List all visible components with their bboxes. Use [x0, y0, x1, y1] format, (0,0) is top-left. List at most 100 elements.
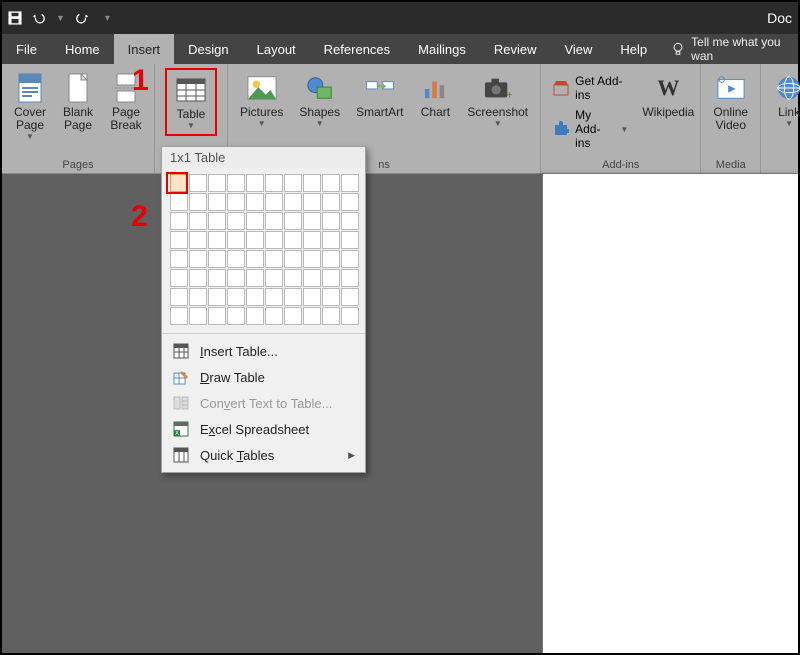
table-grid-cell[interactable]	[284, 231, 302, 249]
table-grid-cell[interactable]	[246, 231, 264, 249]
table-grid-cell[interactable]	[322, 193, 340, 211]
table-grid-cell[interactable]	[246, 174, 264, 192]
table-grid-cell[interactable]	[341, 174, 359, 192]
smartart-button[interactable]: SmartArt	[350, 68, 409, 132]
table-grid-cell[interactable]	[341, 193, 359, 211]
table-grid-cell[interactable]	[265, 193, 283, 211]
table-grid-picker[interactable]	[162, 168, 365, 334]
table-grid-cell[interactable]	[208, 231, 226, 249]
table-grid-cell[interactable]	[284, 174, 302, 192]
table-grid-cell[interactable]	[284, 269, 302, 287]
tab-mailings[interactable]: Mailings	[404, 34, 480, 64]
table-grid-cell[interactable]	[322, 231, 340, 249]
tab-home[interactable]: Home	[51, 34, 114, 64]
menu-excel-spreadsheet[interactable]: X Excel Spreadsheet	[162, 416, 365, 442]
table-grid-cell[interactable]	[303, 193, 321, 211]
table-grid-cell[interactable]	[208, 193, 226, 211]
table-grid-cell[interactable]	[208, 269, 226, 287]
tab-view[interactable]: View	[550, 34, 606, 64]
table-grid-cell[interactable]	[170, 174, 188, 192]
table-grid-cell[interactable]	[265, 288, 283, 306]
shapes-button[interactable]: Shapes ▼	[293, 68, 346, 132]
menu-insert-table[interactable]: Insert Table...	[162, 338, 365, 364]
table-grid-cell[interactable]	[284, 250, 302, 268]
save-icon[interactable]	[8, 11, 22, 25]
menu-quick-tables[interactable]: Quick Tables ▶	[162, 442, 365, 468]
table-grid-cell[interactable]	[170, 193, 188, 211]
table-grid-cell[interactable]	[341, 212, 359, 230]
tab-insert[interactable]: Insert	[114, 34, 175, 64]
table-grid-cell[interactable]	[227, 269, 245, 287]
table-grid-cell[interactable]	[265, 269, 283, 287]
chart-button[interactable]: Chart	[413, 68, 457, 132]
tab-review[interactable]: Review	[480, 34, 551, 64]
table-grid-cell[interactable]	[341, 250, 359, 268]
table-grid-cell[interactable]	[189, 212, 207, 230]
table-grid-cell[interactable]	[246, 288, 264, 306]
table-grid-cell[interactable]	[322, 250, 340, 268]
insert-table-button[interactable]: Table ▼	[165, 68, 217, 136]
table-grid-cell[interactable]	[303, 250, 321, 268]
table-grid-cell[interactable]	[208, 250, 226, 268]
table-grid-cell[interactable]	[208, 288, 226, 306]
table-grid-cell[interactable]	[265, 174, 283, 192]
menu-draw-table[interactable]: Draw Table	[162, 364, 365, 390]
blank-page-button[interactable]: Blank Page	[56, 68, 100, 145]
table-grid-cell[interactable]	[322, 212, 340, 230]
table-grid-cell[interactable]	[189, 174, 207, 192]
tab-layout[interactable]: Layout	[243, 34, 310, 64]
screenshot-button[interactable]: + Screenshot ▼	[461, 68, 534, 132]
table-grid-cell[interactable]	[303, 307, 321, 325]
table-grid-cell[interactable]	[189, 288, 207, 306]
redo-icon[interactable]	[75, 11, 89, 25]
table-grid-cell[interactable]	[284, 288, 302, 306]
table-grid-cell[interactable]	[189, 231, 207, 249]
table-grid-cell[interactable]	[341, 231, 359, 249]
cover-page-button[interactable]: Cover Page ▼	[8, 68, 52, 145]
table-grid-cell[interactable]	[246, 269, 264, 287]
table-grid-cell[interactable]	[246, 193, 264, 211]
table-grid-cell[interactable]	[303, 212, 321, 230]
table-grid-cell[interactable]	[227, 307, 245, 325]
table-grid-cell[interactable]	[341, 269, 359, 287]
wikipedia-button[interactable]: W Wikipedia	[642, 68, 694, 123]
table-grid-cell[interactable]	[170, 212, 188, 230]
tab-references[interactable]: References	[310, 34, 404, 64]
table-grid-cell[interactable]	[208, 174, 226, 192]
table-grid-cell[interactable]	[246, 250, 264, 268]
table-grid-cell[interactable]	[284, 212, 302, 230]
table-grid-cell[interactable]	[170, 307, 188, 325]
qat-customize-icon[interactable]: ▾	[105, 13, 110, 24]
table-grid-cell[interactable]	[303, 174, 321, 192]
table-grid-cell[interactable]	[322, 174, 340, 192]
table-grid-cell[interactable]	[265, 307, 283, 325]
undo-icon[interactable]	[32, 11, 46, 25]
table-grid-cell[interactable]	[227, 288, 245, 306]
table-grid-cell[interactable]	[189, 307, 207, 325]
table-grid-cell[interactable]	[208, 307, 226, 325]
get-addins-button[interactable]: Get Add-ins	[553, 74, 628, 102]
table-grid-cell[interactable]	[208, 212, 226, 230]
online-video-button[interactable]: Online Video	[707, 68, 754, 136]
table-grid-cell[interactable]	[341, 307, 359, 325]
table-grid-cell[interactable]	[189, 269, 207, 287]
tab-file[interactable]: File	[2, 34, 51, 64]
link-button[interactable]: Link ▼	[767, 68, 800, 132]
table-grid-cell[interactable]	[322, 307, 340, 325]
table-grid-cell[interactable]	[170, 269, 188, 287]
table-grid-cell[interactable]	[284, 307, 302, 325]
tell-me-search[interactable]: Tell me what you wan	[661, 34, 798, 64]
table-grid-cell[interactable]	[303, 231, 321, 249]
table-grid-cell[interactable]	[227, 231, 245, 249]
my-addins-button[interactable]: My Add-ins ▼	[553, 108, 628, 150]
tab-design[interactable]: Design	[174, 34, 242, 64]
undo-dropdown-icon[interactable]: ▼	[56, 13, 65, 23]
table-grid-cell[interactable]	[322, 288, 340, 306]
document-page[interactable]	[542, 174, 798, 653]
table-grid-cell[interactable]	[227, 174, 245, 192]
table-grid-cell[interactable]	[227, 193, 245, 211]
table-grid-cell[interactable]	[246, 307, 264, 325]
table-grid-cell[interactable]	[227, 212, 245, 230]
table-grid-cell[interactable]	[303, 288, 321, 306]
table-grid-cell[interactable]	[189, 193, 207, 211]
